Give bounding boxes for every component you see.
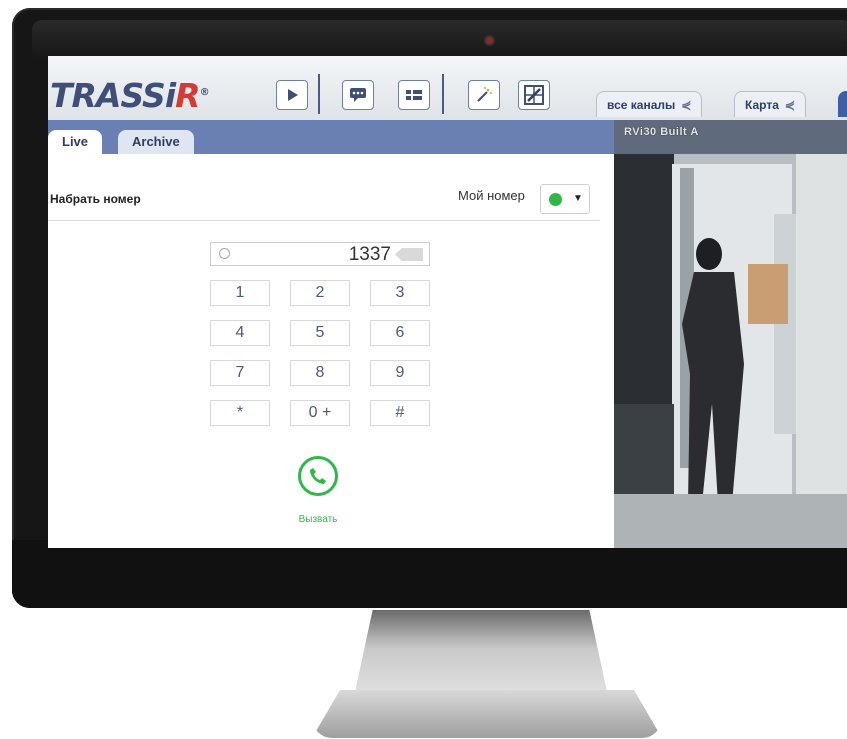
play-button[interactable] <box>276 80 308 110</box>
toolbar-separator <box>442 74 444 114</box>
call-button[interactable] <box>298 456 338 496</box>
share-icon: ⋞ <box>681 98 692 112</box>
dialer-title: Набрать номер <box>50 192 141 206</box>
key-hash[interactable]: # <box>370 400 430 426</box>
status-indicator <box>549 193 562 206</box>
magic-wand-button[interactable] <box>468 80 500 110</box>
share-icon: ⋞ <box>784 98 795 112</box>
my-number-dropdown[interactable]: ▼ <box>540 184 590 214</box>
tab-all-channels[interactable]: все каналы ⋞ <box>596 91 703 117</box>
key-6[interactable]: 6 <box>370 320 430 346</box>
toolbar-separator <box>318 74 320 114</box>
tab-map[interactable]: Карта ⋞ <box>734 91 806 117</box>
logo-text-main: TRASSi <box>50 76 176 115</box>
key-2[interactable]: 2 <box>290 280 350 306</box>
chevron-down-icon: ▼ <box>573 193 583 204</box>
my-number-label: Мой номер <box>458 188 525 203</box>
key-3[interactable]: 3 <box>370 280 430 306</box>
logo-registered-mark: ® <box>199 87 210 98</box>
chat-button[interactable] <box>342 80 374 110</box>
tab-archive[interactable]: Archive <box>118 130 194 154</box>
key-9[interactable]: 9 <box>370 360 430 386</box>
dialer-header: Набрать номер Мой номер ▼ <box>48 170 600 221</box>
backspace-icon[interactable] <box>395 248 423 261</box>
key-0-plus[interactable]: 0 + <box>290 400 350 426</box>
logo-text-accent: R <box>175 76 200 115</box>
key-8[interactable]: 8 <box>290 360 350 386</box>
key-star[interactable]: * <box>210 400 270 426</box>
tab-live[interactable]: Live <box>48 130 103 154</box>
key-5[interactable]: 5 <box>290 320 350 346</box>
panel-tab-strip: Live Archive <box>48 120 614 154</box>
camera-view-panel: RVi30 Built A <box>614 120 847 548</box>
live-panel: Live Archive Набрать номер Мой номер ▼ 1… <box>48 120 614 548</box>
camera-frame-image <box>614 154 847 548</box>
phone-icon <box>310 468 326 484</box>
camera-name: RVi30 Built A <box>624 126 699 138</box>
tab-map-label: Карта <box>745 98 779 112</box>
layout-button[interactable] <box>398 80 430 110</box>
webcam-icon <box>486 37 493 44</box>
magic-wand-icon <box>477 87 492 102</box>
settings-grid-button[interactable] <box>518 80 550 110</box>
monitor-chin <box>12 540 847 608</box>
tab-all-channels-label: все каналы <box>607 98 676 112</box>
top-toolbar: TRASSiR® все каналы ⋞ Карта ⋞ <box>48 56 847 120</box>
key-7[interactable]: 7 <box>210 360 270 386</box>
clear-icon[interactable] <box>219 248 230 259</box>
key-4[interactable]: 4 <box>210 320 270 346</box>
phone-number-value: 1337 <box>348 244 391 265</box>
chat-icon <box>350 88 366 102</box>
trassir-logo: TRASSiR® <box>50 76 210 115</box>
call-label: Вызвать <box>298 514 338 525</box>
layout-icon <box>406 90 422 100</box>
monitor-base <box>312 690 662 738</box>
key-1[interactable]: 1 <box>210 280 270 306</box>
play-icon <box>288 89 298 101</box>
camera-video-feed[interactable] <box>614 154 847 548</box>
monitor-bezel <box>32 20 847 60</box>
tab-active-partial[interactable] <box>838 91 847 117</box>
phone-number-input[interactable]: 1337 <box>210 242 430 266</box>
settings-grid-icon <box>524 85 544 105</box>
app-screen: TRASSiR® все каналы ⋞ Карта ⋞ Live Archi… <box>48 56 847 548</box>
